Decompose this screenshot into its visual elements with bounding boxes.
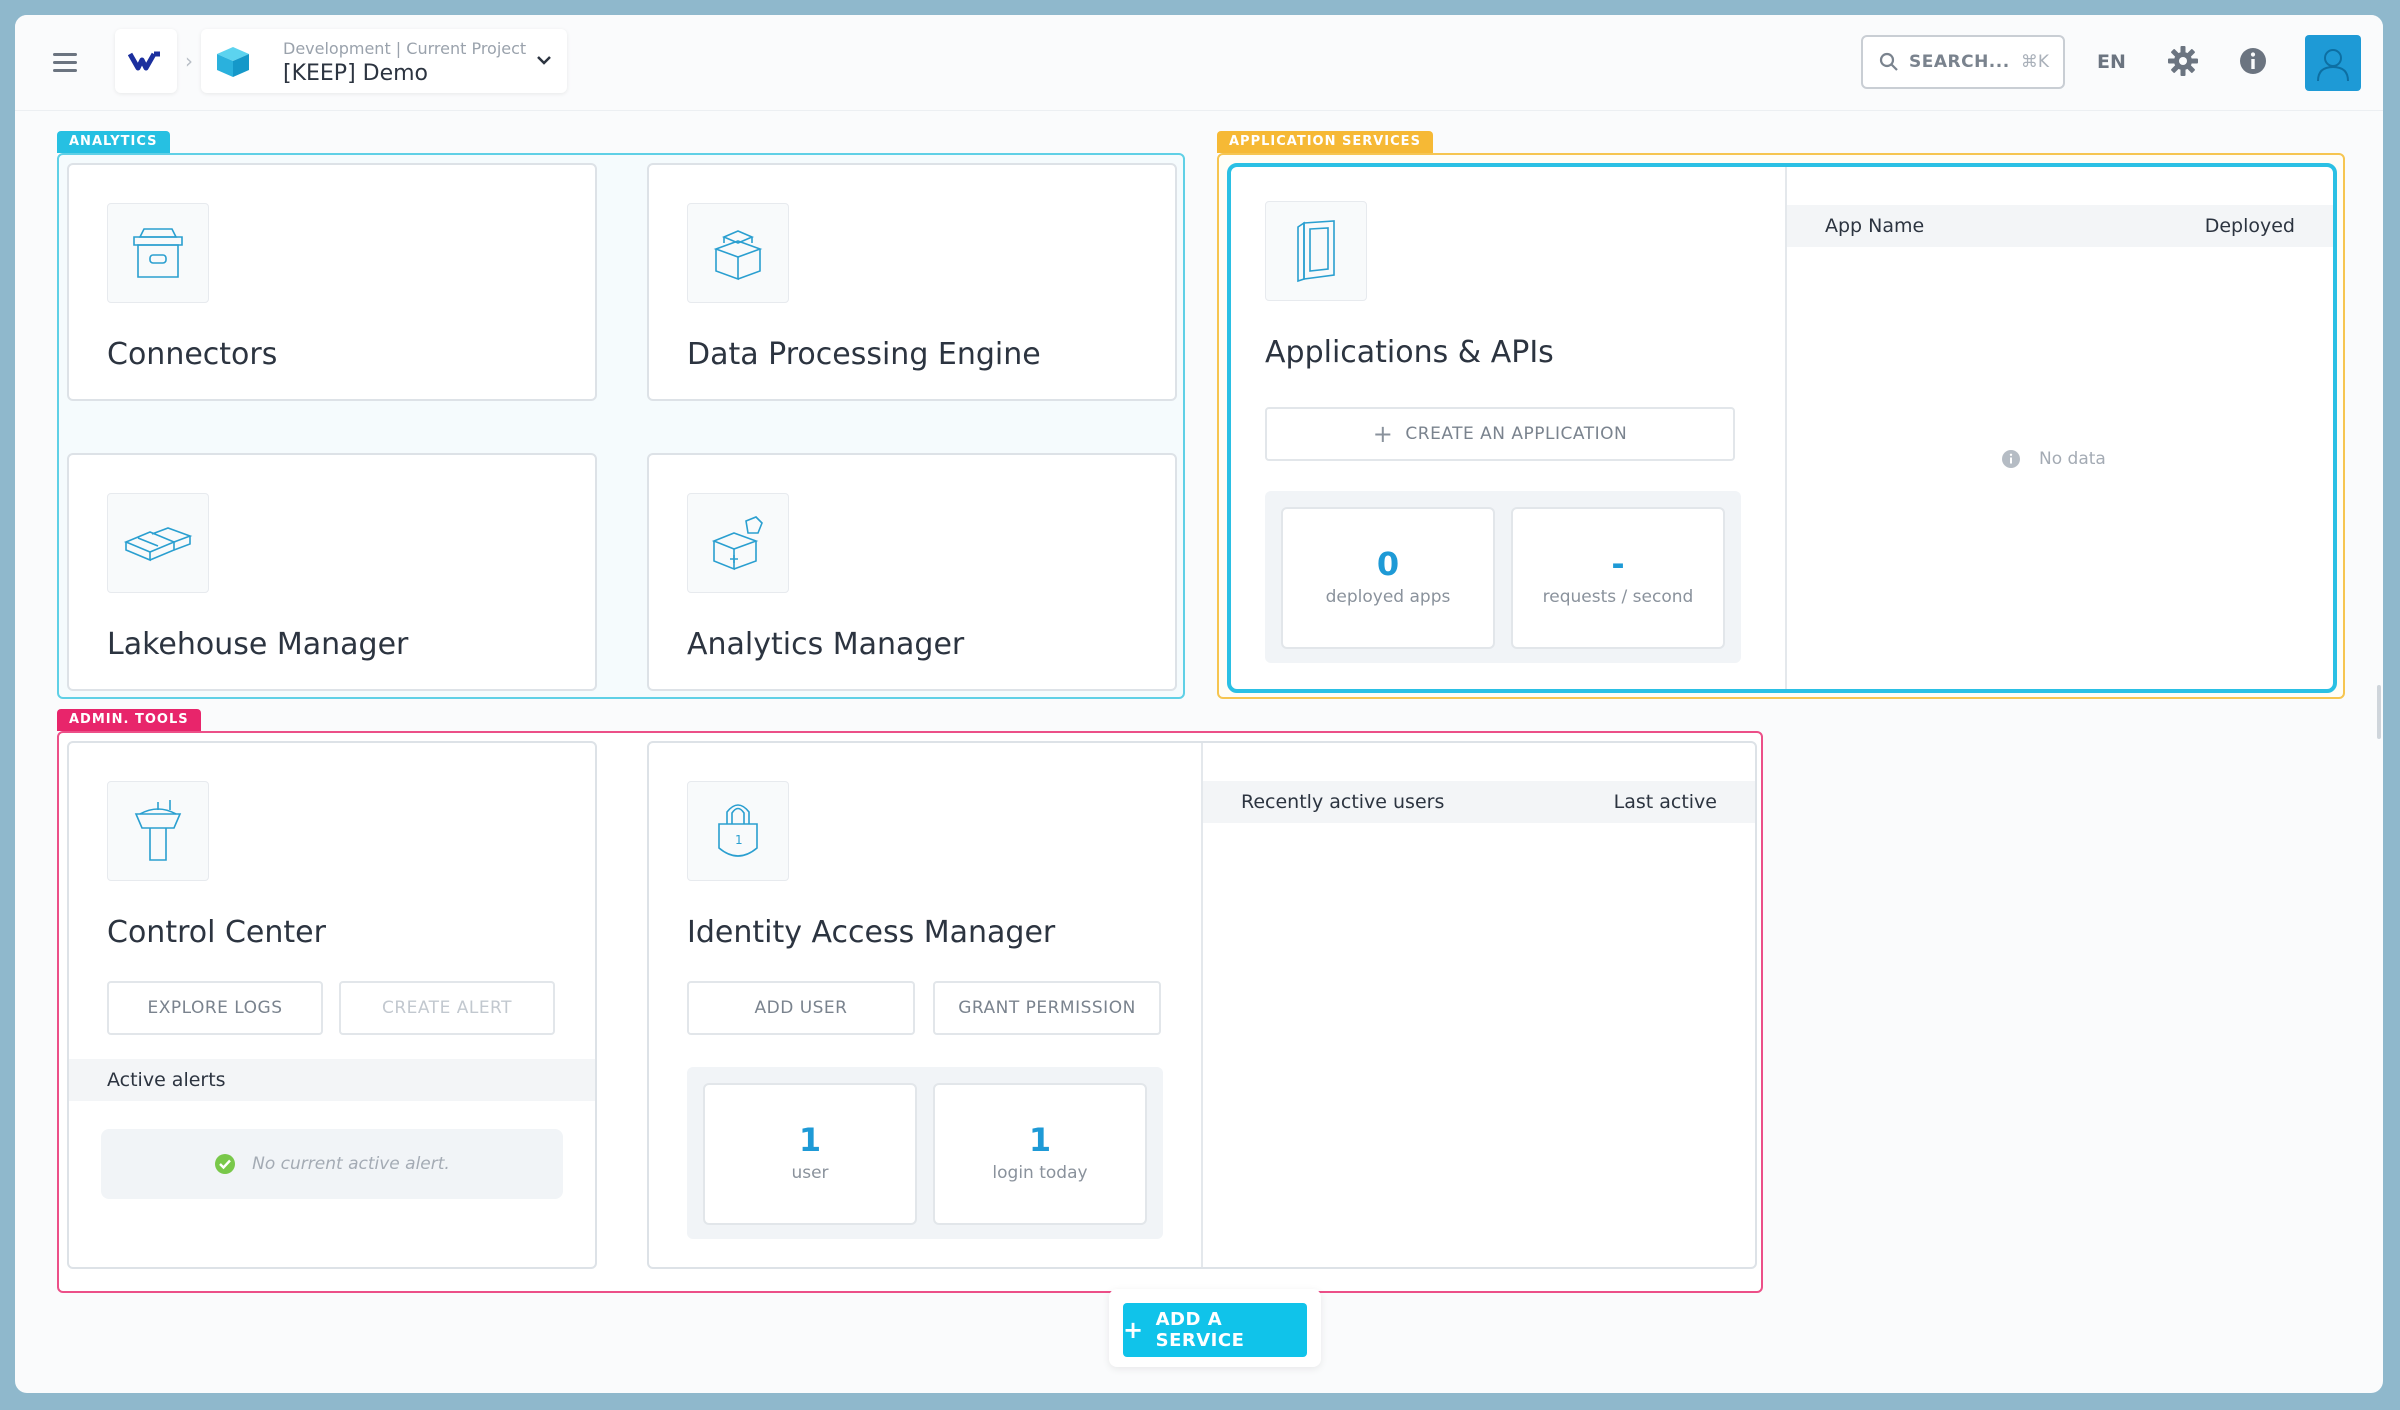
requests-per-second-stat: - requests / second [1511,507,1725,649]
project-selector[interactable]: Development | Current Project [KEEP] Dem… [201,29,567,93]
chevron-down-icon [537,56,551,65]
project-environment: Development | Current Project [283,39,527,58]
add-user-button[interactable]: ADD USER [687,981,915,1035]
app-stats: 0 deployed apps - requests / second [1265,491,1741,663]
identity-access-manager-card[interactable]: 1 Identity Access Manager ADD USER GRANT… [647,741,1757,1269]
create-application-button[interactable]: + CREATE AN APPLICATION [1265,407,1735,461]
analytics-group-tag: ANALYTICS [57,131,170,153]
package-icon [713,230,763,281]
search-shortcut: ⌘K [2020,52,2049,72]
no-alert-text: No current active alert. [252,1154,450,1174]
applications-title: Applications & APIs [1265,335,1554,370]
info-circle-icon [2002,450,2020,468]
svg-text:1: 1 [735,833,743,847]
deployed-apps-label: deployed apps [1325,587,1451,607]
connectors-title: Connectors [107,337,278,372]
login-today-value: 1 [1028,1121,1052,1159]
lakehouse-manager-card[interactable]: Lakehouse Manager [67,453,597,691]
requests-value: - [1611,545,1625,583]
app-window: › Development | Current Project [KEEP] D… [15,15,2383,1393]
login-today-label: login today [992,1163,1088,1183]
check-circle-icon [215,1154,236,1174]
project-cube-icon [217,47,249,77]
control-center-icon-tile [107,781,209,881]
box-icon [133,228,183,278]
iam-title: Identity Access Manager [687,915,1056,950]
iam-icon-tile: 1 [687,781,789,881]
gear-icon[interactable] [2167,45,2199,77]
user-count-value: 1 [798,1121,822,1159]
application-services-group: APPLICATION SERVICES Applications & APIs… [1217,131,2345,699]
admin-tools-group: ADMIN. TOOLS Control Center EXPLORE LOGS… [57,709,1763,1293]
no-active-alert-banner: No current active alert. [101,1129,563,1199]
iam-stats: 1 user 1 login today [687,1067,1163,1239]
control-tower-icon [134,800,182,861]
plus-icon: + [1123,1316,1144,1344]
user-count-stat: 1 user [703,1083,917,1225]
brand-logo[interactable] [115,29,177,93]
padlock-icon: 1 [718,804,758,857]
create-alert-button[interactable]: CREATE ALERT [339,981,555,1035]
analytics-manager-title: Analytics Manager [687,627,965,662]
menu-icon[interactable] [53,53,77,73]
deployed-apps-value: 0 [1376,545,1400,583]
dpe-icon-tile [687,203,789,303]
app-services-group-tag: APPLICATION SERVICES [1217,131,1433,153]
add-service-label: ADD A SERVICE [1155,1309,1245,1351]
no-data-text: No data [2039,449,2106,469]
plus-icon: + [1372,420,1394,448]
analytics-group: ANALYTICS Connectors Data Processing Eng… [57,131,1185,699]
active-alerts-title: Active alerts [107,1069,226,1091]
apps-empty-state: No data [2001,449,2106,469]
deployed-apps-stat: 0 deployed apps [1281,507,1495,649]
user-icon [2317,49,2349,82]
deployed-column[interactable]: Deployed [2205,215,2295,237]
tablet-icon [1297,220,1335,283]
add-service-button[interactable]: + ADD A SERVICE [1123,1303,1307,1357]
recently-active-users-column[interactable]: Recently active users [1241,791,1444,813]
cube-analytics-icon [711,516,763,571]
create-application-label: CREATE AN APPLICATION [1405,424,1628,444]
user-avatar[interactable] [2305,35,2361,91]
app-name-column[interactable]: App Name [1825,215,1924,237]
analytics-manager-card[interactable]: Analytics Manager [647,453,1177,691]
admin-tools-group-tag: ADMIN. TOOLS [57,709,201,731]
storage-blocks-icon [123,527,193,562]
search-icon [1879,52,1898,71]
data-processing-engine-card[interactable]: Data Processing Engine [647,163,1177,401]
connectors-icon-tile [107,203,209,303]
top-bar: › Development | Current Project [KEEP] D… [15,15,2383,111]
analytics-manager-icon-tile [687,493,789,593]
breadcrumb-separator: › [185,49,193,73]
lakehouse-icon-tile [107,493,209,593]
user-count-label: user [791,1163,829,1183]
login-today-stat: 1 login today [933,1083,1147,1225]
requests-label: requests / second [1542,587,1694,607]
control-center-card[interactable]: Control Center EXPLORE LOGS CREATE ALERT… [67,741,597,1269]
scrollbar-thumb[interactable] [2377,685,2381,739]
last-active-column[interactable]: Last active [1614,791,1717,813]
project-name: [KEEP] Demo [283,61,429,86]
language-selector[interactable]: EN [2097,51,2126,73]
search-input[interactable]: SEARCH... ⌘K [1861,35,2065,89]
active-alerts-header: Active alerts [69,1059,595,1101]
control-center-title: Control Center [107,915,326,950]
dpe-title: Data Processing Engine [687,337,1041,372]
applications-apis-card[interactable]: Applications & APIs + CREATE AN APPLICAT… [1227,163,2337,693]
explore-logs-button[interactable]: EXPLORE LOGS [107,981,323,1035]
info-icon[interactable] [2237,45,2269,77]
recent-users-table-header: Recently active users Last active [1203,781,1755,823]
connectors-card[interactable]: Connectors [67,163,597,401]
logo-icon [128,51,160,71]
applications-icon-tile [1265,201,1367,301]
search-placeholder: SEARCH... [1909,52,2010,72]
apps-table-header: App Name Deployed [1787,205,2333,247]
grant-permission-button[interactable]: GRANT PERMISSION [933,981,1161,1035]
lakehouse-title: Lakehouse Manager [107,627,409,662]
add-service-container: + ADD A SERVICE [1109,1289,1321,1367]
